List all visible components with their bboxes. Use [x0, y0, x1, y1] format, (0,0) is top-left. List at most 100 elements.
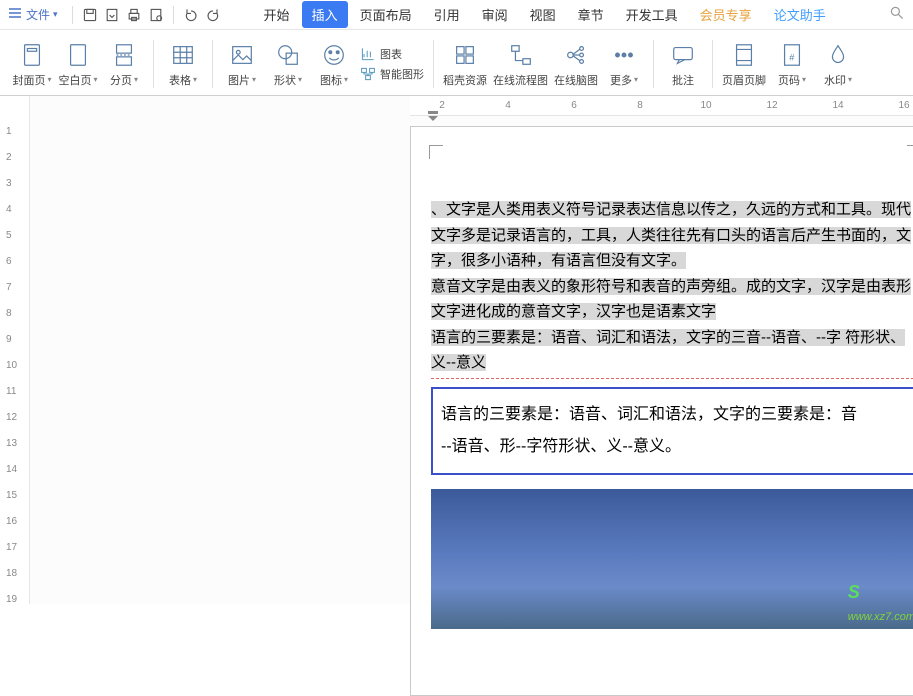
save-icon[interactable]: [79, 4, 101, 26]
tab-member[interactable]: 会员专享: [690, 1, 762, 28]
docer-label: 稻壳资源: [443, 72, 487, 88]
picture-label: 图片: [228, 72, 250, 88]
picture-icon: [227, 40, 257, 70]
image-watermark: S www.xz7.com: [848, 577, 913, 626]
comment-label: 批注: [672, 72, 694, 88]
table-label: 表格: [169, 72, 191, 88]
shape-icon: [273, 40, 303, 70]
textbox-line2[interactable]: --语音、形--字符形状、义--意义。: [441, 431, 909, 463]
online-mind-label: 在线脑图: [554, 72, 598, 88]
tab-view[interactable]: 视图: [520, 1, 566, 28]
chevron-down-icon: ▾: [193, 75, 197, 84]
blank-page-button[interactable]: 空白页▾: [58, 34, 98, 94]
online-flow-button[interactable]: 在线流程图: [493, 34, 548, 94]
docer-button[interactable]: 稻壳资源: [443, 34, 487, 94]
watermark-button[interactable]: 水印▾: [818, 34, 858, 94]
watermark-brand: S: [848, 577, 913, 608]
separator: [72, 6, 73, 24]
textbox-line1[interactable]: 语言的三要素是：语音、词汇和语法，文字的三要素是：音: [441, 399, 909, 431]
chart-smart-group: 图表 智能图形: [360, 46, 424, 82]
watermark-url: www.xz7.com: [848, 608, 913, 627]
chevron-down-icon: ▾: [802, 75, 806, 84]
chart-icon: [360, 46, 376, 62]
mind-icon: [561, 40, 591, 70]
redo-icon[interactable]: [202, 4, 224, 26]
tab-page-layout[interactable]: 页面布局: [350, 1, 422, 28]
header-footer-label: 页眉页脚: [722, 72, 766, 88]
tab-reference[interactable]: 引用: [424, 1, 470, 28]
chevron-down-icon: ▾: [252, 75, 256, 84]
chart-label: 图表: [380, 46, 402, 62]
online-flow-label: 在线流程图: [493, 72, 548, 88]
picture-button[interactable]: 图片▾: [222, 34, 262, 94]
shape-label: 形状: [274, 72, 296, 88]
page-number-icon: #: [777, 40, 807, 70]
margin-corner-tr: [907, 145, 913, 159]
chevron-down-icon: ▾: [848, 75, 852, 84]
online-mind-button[interactable]: 在线脑图: [554, 34, 598, 94]
undo-icon[interactable]: [180, 4, 202, 26]
body-text-p2[interactable]: 意音文字是由表义的象形符号和表音的声旁组。成的文字，汉字是由表形文字进化成的意音…: [431, 278, 911, 321]
embedded-image-sky[interactable]: S www.xz7.com: [431, 489, 913, 629]
flow-icon: [506, 40, 536, 70]
file-menu-label: 文件: [26, 6, 50, 23]
output-pdf-icon[interactable]: [101, 4, 123, 26]
document-page[interactable]: 、文字是人类用表义符号记录表达信息以传之，久远的方式和工具。现代文字多是记录语言…: [410, 126, 913, 696]
more-button[interactable]: 更多▾: [604, 34, 644, 94]
more-label: 更多: [610, 72, 632, 88]
page-break-button[interactable]: 分页▾: [104, 34, 144, 94]
print-icon[interactable]: [123, 4, 145, 26]
separator: [173, 6, 174, 24]
cover-page-label: 封面页: [12, 72, 45, 88]
print-preview-icon[interactable]: [145, 4, 167, 26]
search-icon[interactable]: [889, 5, 905, 24]
separator: [153, 40, 154, 88]
horizontal-ruler[interactable]: 24681012141618202224262830: [410, 96, 913, 116]
tab-thesis[interactable]: 论文助手: [764, 1, 836, 28]
tab-dev-tools[interactable]: 开发工具: [616, 1, 688, 28]
hamburger-icon: [8, 7, 22, 22]
inserted-text-box[interactable]: 语言的三要素是：语音、词汇和语法，文字的三要素是：音 --语音、形--字符形状、…: [431, 387, 913, 475]
table-button[interactable]: 表格▾: [163, 34, 203, 94]
page-number-button[interactable]: # 页码▾: [772, 34, 812, 94]
cover-page-button[interactable]: 封面页▾: [12, 34, 52, 94]
separator: [712, 40, 713, 88]
tab-insert[interactable]: 插入: [302, 1, 348, 28]
comment-icon: [668, 40, 698, 70]
icon-lib-icon: [319, 40, 349, 70]
docer-icon: [450, 40, 480, 70]
document-scroll[interactable]: 24681012141618202224262830 、文字是人类用表义符号记录…: [30, 96, 913, 604]
svg-text:#: #: [789, 52, 795, 62]
smart-graphic-button[interactable]: 智能图形: [360, 66, 424, 82]
ribbon-tabs: 开始 插入 页面布局 引用 审阅 视图 章节 开发工具 会员专享 论文助手: [254, 1, 836, 28]
shape-button[interactable]: 形状▾: [268, 34, 308, 94]
header-footer-icon: [729, 40, 759, 70]
insertion-cursor-line: [431, 378, 913, 379]
table-icon: [168, 40, 198, 70]
indent-marker-icon[interactable]: [426, 110, 440, 124]
vertical-ruler[interactable]: 12345678910111213141516171819: [0, 96, 30, 604]
chevron-down-icon: ▾: [344, 75, 348, 84]
tab-start[interactable]: 开始: [254, 1, 300, 28]
comment-button[interactable]: 批注: [663, 34, 703, 94]
chevron-down-icon: ▾: [53, 9, 58, 20]
page-content[interactable]: 、文字是人类用表义符号记录表达信息以传之，久远的方式和工具。现代文字多是记录语言…: [411, 127, 913, 639]
page-break-icon: [109, 40, 139, 70]
body-text-p1[interactable]: 、文字是人类用表义符号记录表达信息以传之，久远的方式和工具。现代文字多是记录语言…: [431, 201, 911, 269]
menu-bar: 文件 ▾ 开始 插入 页面布局 引用 审阅 视图 章节 开发工具 会员专享 论文…: [0, 0, 913, 30]
tab-chapter[interactable]: 章节: [568, 1, 614, 28]
watermark-label: 水印: [824, 72, 846, 88]
smart-graphic-label: 智能图形: [380, 66, 424, 82]
icon-button[interactable]: 图标▾: [314, 34, 354, 94]
icon-label: 图标: [320, 72, 342, 88]
document-area: 12345678910111213141516171819 2468101214…: [0, 96, 913, 604]
header-footer-button[interactable]: 页眉页脚: [722, 34, 766, 94]
watermark-icon: [823, 40, 853, 70]
tab-review[interactable]: 审阅: [472, 1, 518, 28]
cover-page-icon: [17, 40, 47, 70]
file-menu-button[interactable]: 文件 ▾: [8, 6, 58, 23]
body-text-p3[interactable]: 语言的三要素是：语音、词汇和语法，文字的三音--语音、--字 符形状、义--意义: [431, 329, 905, 372]
chart-button[interactable]: 图表: [360, 46, 424, 62]
chevron-down-icon: ▾: [634, 75, 638, 84]
smart-graphic-icon: [360, 66, 376, 82]
